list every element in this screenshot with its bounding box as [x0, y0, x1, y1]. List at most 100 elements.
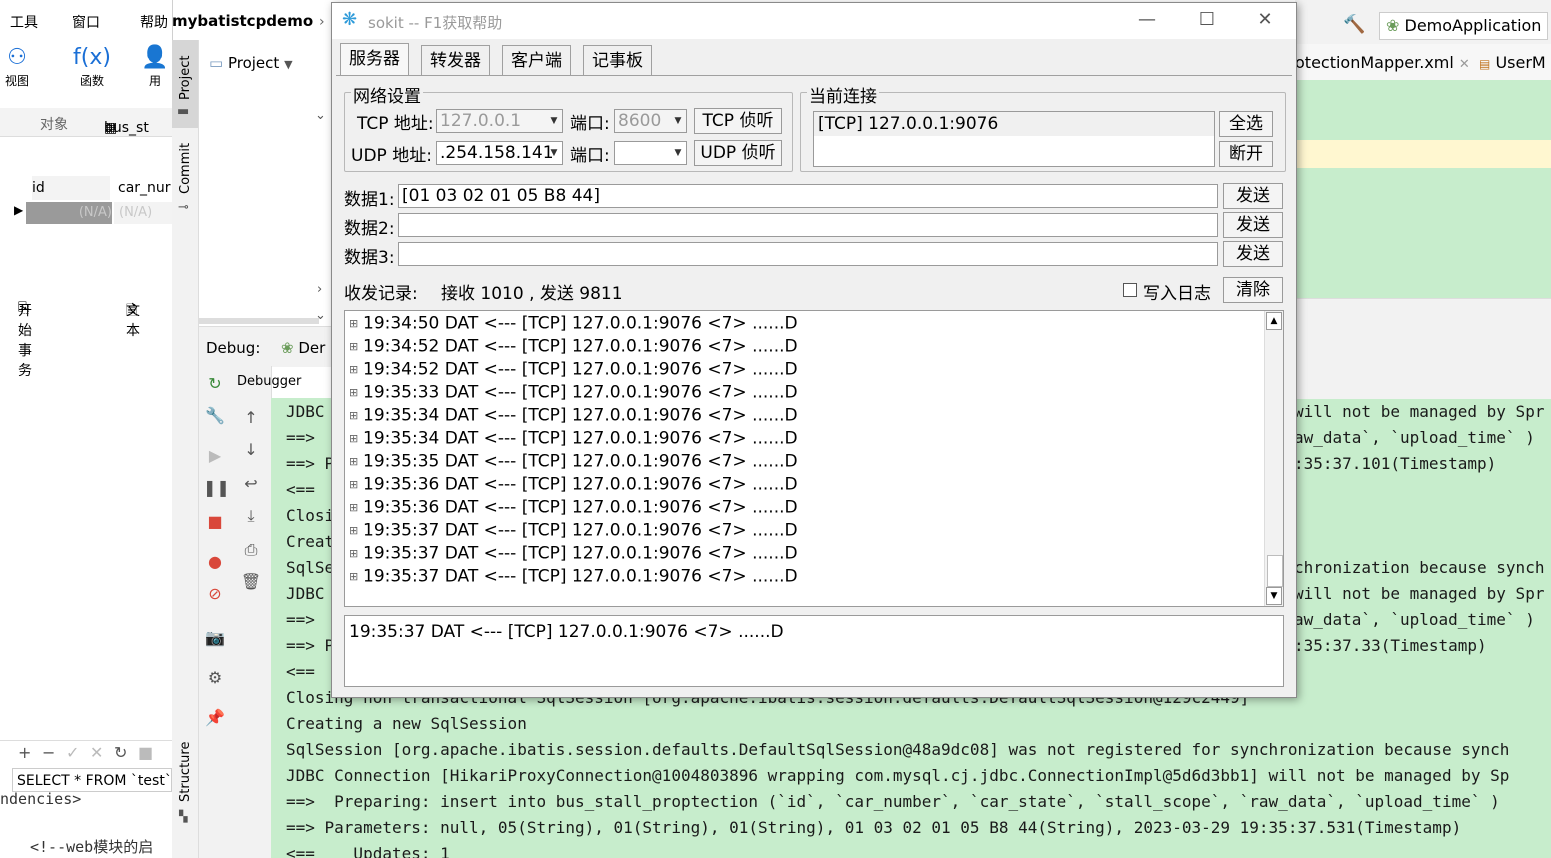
soft-wrap-icon[interactable]: ↩: [239, 474, 263, 493]
view-breakpoints-icon[interactable]: ●: [203, 552, 227, 571]
log-entry[interactable]: ⊞19:35:36 DAT <--- [TCP] 127.0.0.1:9076 …: [349, 496, 798, 519]
log-entry[interactable]: ⊞19:35:37 DAT <--- [TCP] 127.0.0.1:9076 …: [349, 565, 798, 588]
udp-port-field[interactable]: ▼: [614, 141, 687, 165]
mute-breakpoints-icon[interactable]: ⊘: [203, 584, 227, 603]
data1-input[interactable]: [01 03 02 01 05 B8 44]: [398, 184, 1218, 208]
expand-chevron-icon[interactable]: ›: [317, 282, 322, 297]
menu-window[interactable]: 窗口: [72, 12, 100, 32]
up-arrow-icon[interactable]: ↑: [239, 408, 263, 427]
log-entry[interactable]: ⊞19:35:37 DAT <--- [TCP] 127.0.0.1:9076 …: [349, 519, 798, 542]
ide-project-title[interactable]: mybatistcpdemo: [172, 12, 313, 30]
tab-protection-mapper[interactable]: otectionMapper.xml ✕: [1295, 53, 1470, 72]
clear-button[interactable]: 清除: [1223, 277, 1283, 303]
project-view-dropdown[interactable]: ▭ Project ▼: [209, 54, 293, 72]
menu-help[interactable]: 帮助: [140, 12, 168, 32]
log-entry[interactable]: ⊞19:34:50 DAT <--- [TCP] 127.0.0.1:9076 …: [349, 312, 798, 335]
cell-car-number[interactable]: (N/A): [114, 202, 177, 224]
sokit-titlebar[interactable]: ❋ sokit -- F1获取帮助 — ☐ ✕: [332, 3, 1296, 39]
expand-icon[interactable]: ⊞: [349, 427, 363, 450]
log-detail-panel[interactable]: 19:35:37 DAT <--- [TCP] 127.0.0.1:9076 <…: [344, 615, 1284, 687]
expand-icon[interactable]: ⊞: [349, 519, 363, 542]
close-icon[interactable]: ✕: [1459, 57, 1470, 72]
stop-button[interactable]: ■: [138, 743, 153, 762]
send-data1-button[interactable]: 发送: [1223, 183, 1283, 209]
debug-config-tab[interactable]: ❀ Der: [281, 339, 325, 357]
expand-icon[interactable]: ⊞: [349, 358, 363, 381]
add-record-button[interactable]: +: [18, 743, 31, 762]
scroll-thumb[interactable]: [1267, 555, 1283, 587]
select-all-button[interactable]: 全选: [1219, 111, 1273, 137]
tab-forwarder[interactable]: 转发器: [421, 45, 490, 75]
side-tab-commit[interactable]: Commit: [178, 143, 193, 194]
tab-client[interactable]: 客户端: [502, 45, 571, 75]
expand-icon[interactable]: ⊞: [349, 542, 363, 565]
menu-tools[interactable]: 工具: [10, 12, 38, 32]
tab-notepad[interactable]: 记事板: [583, 45, 652, 75]
tab-server[interactable]: 服务器: [340, 43, 409, 76]
data3-input[interactable]: [398, 242, 1218, 266]
side-tab-project[interactable]: Project: [178, 56, 193, 100]
debugger-tab[interactable]: Debugger: [237, 374, 301, 389]
data2-input[interactable]: [398, 213, 1218, 237]
udp-listen-button[interactable]: UDP 侦听: [694, 140, 782, 166]
collapse-chevron-icon[interactable]: ⌄: [315, 108, 326, 123]
column-id-header[interactable]: id: [32, 176, 110, 200]
tab-user-mapper[interactable]: ▤ UserM: [1479, 53, 1546, 72]
expand-icon[interactable]: ⊞: [349, 381, 363, 404]
refresh-button[interactable]: ↻: [114, 743, 127, 762]
apply-button[interactable]: ✓: [66, 743, 79, 762]
maximize-icon[interactable]: ☐: [1192, 9, 1222, 30]
expand-icon[interactable]: ⊞: [349, 312, 363, 335]
disconnect-button[interactable]: 断开: [1219, 141, 1273, 167]
modify-config-icon[interactable]: 🔧: [203, 406, 227, 425]
expand-icon[interactable]: ⊞: [349, 496, 363, 519]
log-entry[interactable]: ⊞19:35:37 DAT <--- [TCP] 127.0.0.1:9076 …: [349, 542, 798, 565]
pause-icon[interactable]: ❚❚: [203, 478, 227, 497]
user-button[interactable]: 👤 用: [138, 44, 172, 89]
settings-gear-icon[interactable]: ⚙: [203, 668, 227, 687]
side-tab-structure[interactable]: Structure: [178, 742, 193, 802]
column-car-number-header[interactable]: car_nur: [118, 176, 172, 200]
scroll-up-icon[interactable]: ▲: [1266, 312, 1282, 330]
log-entry[interactable]: ⊞19:35:36 DAT <--- [TCP] 127.0.0.1:9076 …: [349, 473, 798, 496]
tcp-port-field[interactable]: 8600▼: [614, 109, 687, 133]
expand-icon[interactable]: ⊞: [349, 450, 363, 473]
tab-objects[interactable]: 对象: [40, 114, 68, 134]
run-config-selector[interactable]: ❀ DemoApplication: [1379, 12, 1548, 40]
log-entry[interactable]: ⊞19:34:52 DAT <--- [TCP] 127.0.0.1:9076 …: [349, 335, 798, 358]
log-scrollbar[interactable]: ▲ ▼: [1264, 311, 1283, 606]
pin-icon[interactable]: 📌: [203, 708, 227, 727]
close-icon[interactable]: ✕: [1250, 9, 1280, 30]
log-entry[interactable]: ⊞19:35:33 DAT <--- [TCP] 127.0.0.1:9076 …: [349, 381, 798, 404]
expand-icon[interactable]: ⊞: [349, 335, 363, 358]
rerun-icon[interactable]: ↻: [203, 374, 227, 393]
expand-icon[interactable]: ⊞: [349, 473, 363, 496]
scroll-to-end-icon[interactable]: ⤓: [239, 506, 263, 526]
down-arrow-icon[interactable]: ↓: [239, 440, 263, 459]
write-log-checkbox[interactable]: [1123, 283, 1137, 297]
log-entry[interactable]: ⊞19:35:34 DAT <--- [TCP] 127.0.0.1:9076 …: [349, 404, 798, 427]
stop-icon[interactable]: ■: [203, 512, 227, 531]
send-data2-button[interactable]: 发送: [1223, 212, 1283, 238]
minimize-icon[interactable]: —: [1132, 9, 1162, 30]
connection-item[interactable]: [TCP] 127.0.0.1:9076: [814, 112, 1214, 136]
expand-icon[interactable]: ⊞: [349, 565, 363, 588]
expand-icon[interactable]: ⊞: [349, 404, 363, 427]
view-button[interactable]: ⚇ 视图: [0, 44, 42, 89]
log-entry[interactable]: ⊞19:34:52 DAT <--- [TCP] 127.0.0.1:9076 …: [349, 358, 798, 381]
log-entry[interactable]: ⊞19:35:35 DAT <--- [TCP] 127.0.0.1:9076 …: [349, 450, 798, 473]
tcp-address-field[interactable]: 127.0.0.1▼: [436, 109, 563, 133]
trash-icon[interactable]: 🗑: [239, 572, 263, 591]
log-entry[interactable]: ⊞19:35:34 DAT <--- [TCP] 127.0.0.1:9076 …: [349, 427, 798, 450]
send-data3-button[interactable]: 发送: [1223, 241, 1283, 267]
resume-icon[interactable]: ▶: [203, 446, 227, 465]
scroll-down-icon[interactable]: ▼: [1266, 587, 1282, 605]
udp-address-field[interactable]: .254.158.141▼: [436, 141, 563, 165]
build-hammer-icon[interactable]: 🔨: [1343, 14, 1365, 35]
discard-button[interactable]: ✕: [90, 743, 103, 762]
cell-id[interactable]: (N/A): [26, 202, 112, 224]
delete-record-button[interactable]: −: [42, 743, 55, 762]
log-list[interactable]: ⊞19:34:50 DAT <--- [TCP] 127.0.0.1:9076 …: [344, 310, 1284, 607]
connection-list[interactable]: [TCP] 127.0.0.1:9076: [813, 111, 1215, 167]
tcp-listen-button[interactable]: TCP 侦听: [694, 108, 782, 134]
